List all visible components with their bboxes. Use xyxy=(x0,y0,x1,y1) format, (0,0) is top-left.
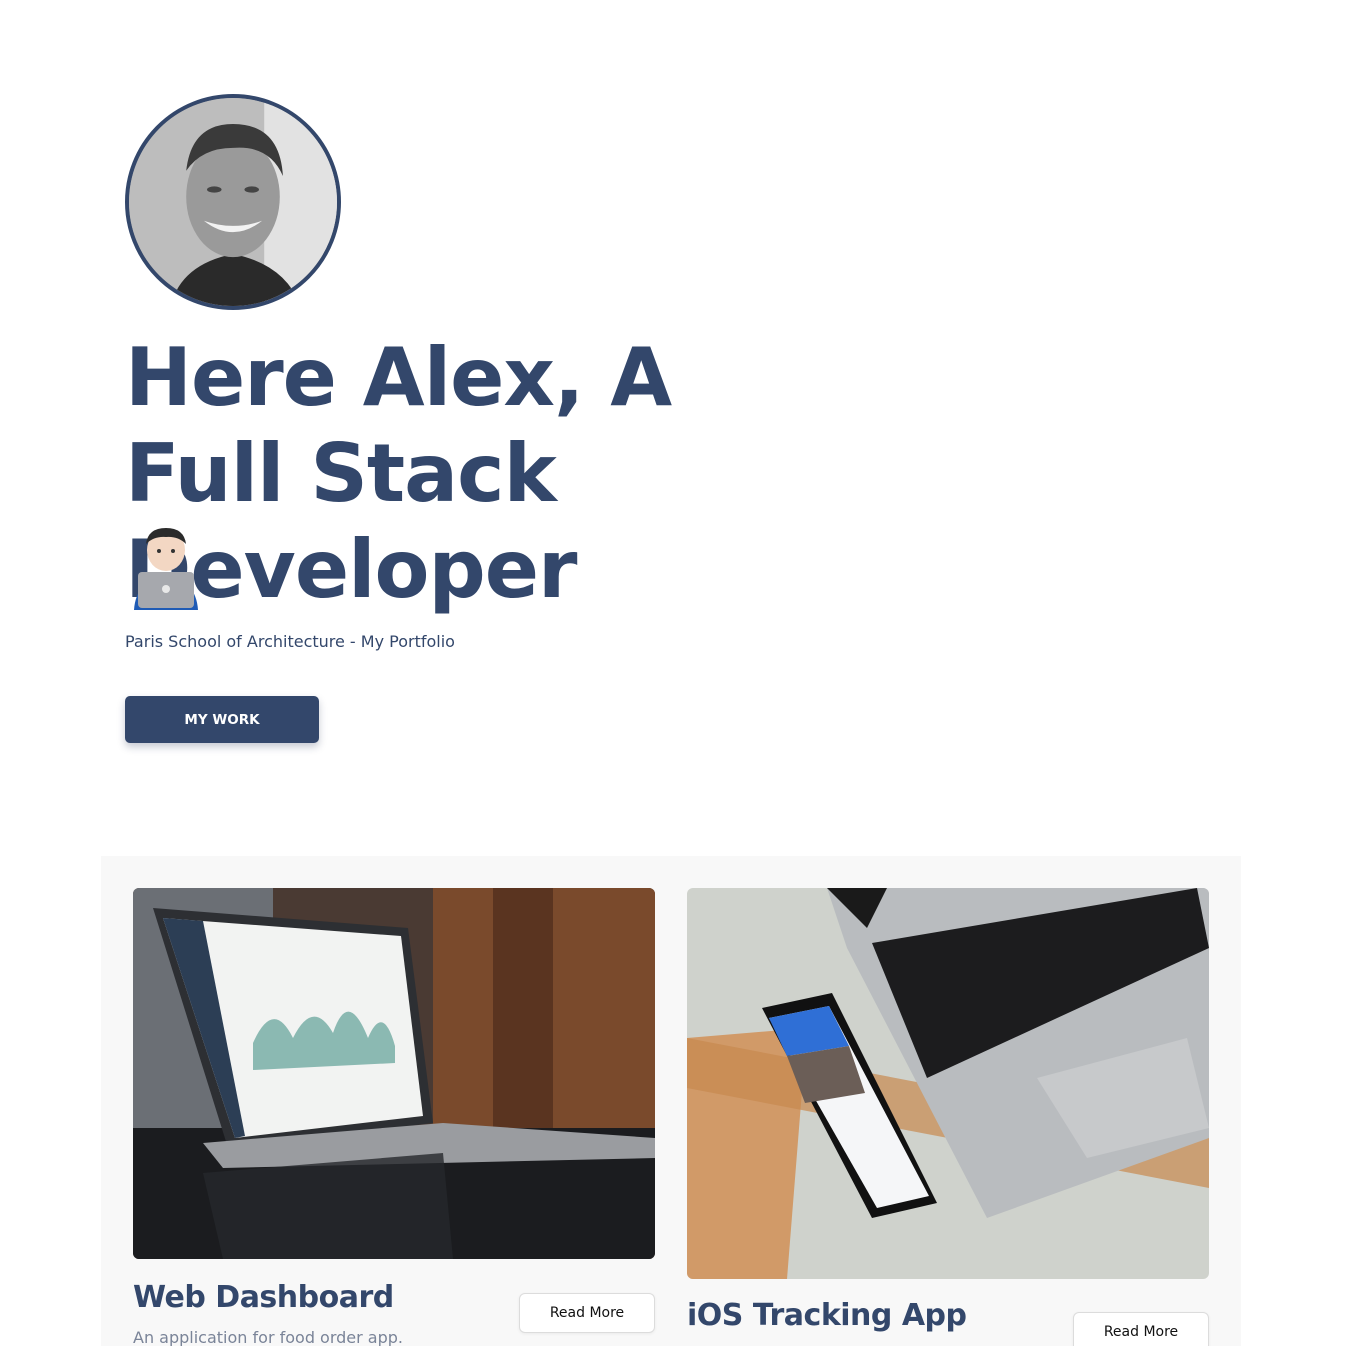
project-title: iOS Tracking App xyxy=(687,1298,967,1333)
avatar xyxy=(125,94,341,310)
technologist-emoji-icon xyxy=(128,526,204,610)
project-card-ios-tracking-app: iOS Tracking App Read More xyxy=(687,888,1209,1346)
read-more-button[interactable]: Read More xyxy=(1073,1312,1209,1346)
projects-section: Web Dashboard Read More An application f… xyxy=(101,856,1241,1346)
page-title: Here Alex, A Full Stack Developer xyxy=(125,331,672,616)
read-more-button[interactable]: Read More xyxy=(519,1293,655,1333)
profile-photo-icon xyxy=(129,98,337,306)
laptop-dashboard-photo-icon[interactable] xyxy=(133,888,655,1259)
my-work-button[interactable]: MY WORK xyxy=(125,696,319,743)
project-title: Web Dashboard xyxy=(133,1280,394,1315)
project-card-web-dashboard: Web Dashboard Read More An application f… xyxy=(133,888,655,1346)
project-description: An application for food order app. xyxy=(133,1328,404,1346)
hero-subtitle: Paris School of Architecture - My Portfo… xyxy=(125,632,455,651)
phone-laptop-photo-icon[interactable] xyxy=(687,888,1209,1279)
